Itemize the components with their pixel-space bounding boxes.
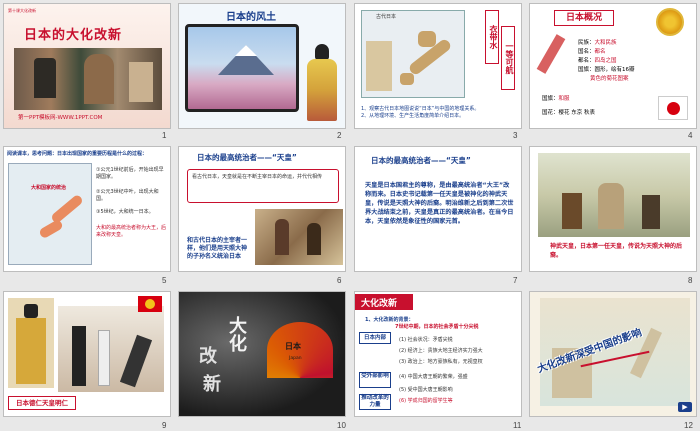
ancient-japan-map: 古代日本 [361,10,465,98]
vertical-label-2: 一等可航 [501,26,515,90]
slide-11-point-7: (6) 学成归国的留学生等 [399,398,453,404]
slide-1[interactable]: 第十课大化改新 日本的大化改新 第一PPT模板网-WWW.1PPT.COM [3,3,171,129]
slide-4-row-2: 国名：都名 [578,49,606,55]
ceremony-photo [58,306,164,392]
mount-fuji-photo [185,24,299,112]
slide-11-label-2: 受外部影响 [359,372,391,388]
slide-5-map-label: 大和国家的统治 [31,185,67,191]
slide-6-painting [255,209,343,265]
slide-11-point-3: (2) 经济上：贵族大地主经济实力强大 [399,348,483,354]
slide-4-row-1: 民族：大和民族 [578,40,617,46]
slide-1-footer: 第一PPT模板网-WWW.1PPT.COM [18,115,103,121]
slide-10-char-1: 大化 [226,316,247,352]
slide-5-item-3: ③5世纪，大和统一日本。 [96,209,154,215]
slide-12[interactable]: 大化改新深受中国的影响 ▶ [529,291,697,417]
slide-11-point-4: (3) 政治上：地方豪族私有，无视皇权 [399,359,483,365]
slide-11[interactable]: 大化改新 1、大化改新的背景： 日本内部 受外部影响 推动改革的力量 7世纪中期… [354,291,522,417]
slide-6[interactable]: 日本的最高统治者——“天皇” 看古代日本，天皇就是在不断主宰日本的命运，并代代相… [178,146,346,272]
emperor-portrait [8,298,54,388]
slide-grid: 第十课大化改新 日本的大化改新 第一PPT模板网-WWW.1PPT.COM 1 … [0,0,700,431]
slide-5[interactable]: 阅读课本，思考问题：日本出现国家的重要历程是什么的过程： 大和国家的统治 ①公元… [3,146,171,272]
slide-5-item-2: ②公元3世纪中叶，出现大和国。 [96,189,159,202]
slide-9[interactable]: 日本德仁天皇明仁 [3,291,171,417]
slide-number-9: 9 [162,421,167,430]
slide-3-line-2: 2、从地理环境、生产生活角度简单介绍日本。 [361,113,465,119]
japan-flag [658,96,688,120]
slide-number-8: 8 [688,276,693,285]
slide-10-fan-text: 日本 [285,342,301,351]
slide-11-point-1: 7世纪中期，日本的社会矛盾十分尖锐 [395,324,479,330]
jimmu-painting [538,153,690,237]
slide-1-title: 日本的大化改新 [24,28,123,43]
slide-5-heading: 阅读课本，思考问题：日本出现国家的重要历程是什么的过程： [7,151,148,157]
slide-number-11: 11 [513,421,522,430]
slide-number-2: 2 [337,131,342,140]
slide-number-5: 5 [162,276,167,285]
slide-8[interactable]: 神武天皇，日本第一任天皇，传说为天照大神的后裔。 [529,146,697,272]
slide-10-char-2: 改 [199,346,217,367]
slide-6-text: 看古代日本，天皇就是在不断主宰日本的命运，并代代相传 [192,174,323,180]
slide-11-label-1: 日本内部 [359,332,391,344]
slide-number-3: 3 [513,131,518,140]
slide-number-6: 6 [337,276,342,285]
slide-4-flag-row: 国旗：和服 [542,96,570,102]
slide-number-7: 7 [513,276,518,285]
slide-11-label-3: 推动改革的力量 [359,394,391,410]
slide-4-title: 日本概况 [554,10,614,26]
slide-4-last-row: 国花：樱花 东京 秋表 [542,110,595,116]
slide-11-point-6: (5) 受中国大唐王朝影响 [399,387,453,393]
slide-4-row-5: 黄色的菊花图案 [590,76,629,82]
slide-7-title: 日本的最高统治者——“天皇” [371,156,471,165]
slide-11-title: 大化改新 [361,299,398,309]
kimono-figure [303,44,341,124]
slide-11-point-5: (4) 中国大唐王朝的繁荣，强盛 [399,374,468,380]
slide-3-map-title: 古代日本 [376,14,397,20]
slide-10[interactable]: 大化 改 新 日本 Japan [178,291,346,417]
slide-number-1: 1 [162,131,167,140]
slide-2[interactable]: 日本的风土 [178,3,346,129]
slide-number-10: 10 [337,421,346,430]
slide-6-title: 日本的最高统治者——“天皇” [197,153,297,162]
slide-9-caption: 日本德仁天皇明仁 [8,396,76,410]
slide-number-4: 4 [688,131,693,140]
next-arrow-icon[interactable]: ▶ [678,402,692,412]
slide-10-fan-sub: Japan [289,356,302,361]
slide-4-row-4: 国旗：圆形，绘有16瓣 [578,67,635,73]
slide-10-char-3: 新 [203,374,221,395]
japan-outline-map [536,30,576,80]
slide-7-text: 天皇是日本国君主的尊称，是由最高统治者“大王”改称而来。日本史书记载第一任天皇是… [365,182,514,225]
slide-2-title: 日本的风土 [226,12,276,23]
yamato-map: 大和国家的统治 [8,163,92,265]
slide-6-text-box: 看古代日本，天皇就是在不断主宰日本的命运，并代代相传 [187,169,339,203]
slide-1-photo-collage [14,48,162,110]
kyrgyz-flag [138,296,162,312]
slide-7[interactable]: 日本的最高统治者——“天皇” 天皇是日本国君主的尊称，是由最高统治者“大王”改称… [354,146,522,272]
slide-3-line-1: 1、观察古代日本地图说说“日本”与中国的地理关系。 [361,106,480,112]
slide-4[interactable]: 日本概况 民族：大和民族 国名：都名 都名：四岛之国 国旗：圆形，绘有16瓣 黄… [529,3,697,129]
slide-11-point-2: (1) 社会状况：矛盾尖锐 [399,337,453,343]
slide-8-caption: 神武天皇，日本第一任天皇，传说为天照大神的后裔。 [550,243,683,259]
slide-number-12: 12 [684,421,693,430]
chrysanthemum-seal [656,8,684,36]
slide-6-bottom: 和古代日本的主宰者一样，他们是用天照大神的子孙名义统治日本 [187,237,248,260]
slide-1-tag: 第十课大化改新 [8,8,36,13]
slide-5-item-4: 大和的最高统治者称为大王，后来改称天皇。 [96,225,167,238]
slide-3[interactable]: 古代日本 衣带水 一等可航 1、观察古代日本地图说说“日本”与中国的地理关系。 … [354,3,522,129]
vertical-label-1: 衣带水 [485,10,499,64]
slide-5-item-1: ①公元1世纪前后，开始出现早期国家。 [96,167,164,180]
slide-4-row-3: 都名：四岛之国 [578,58,617,64]
